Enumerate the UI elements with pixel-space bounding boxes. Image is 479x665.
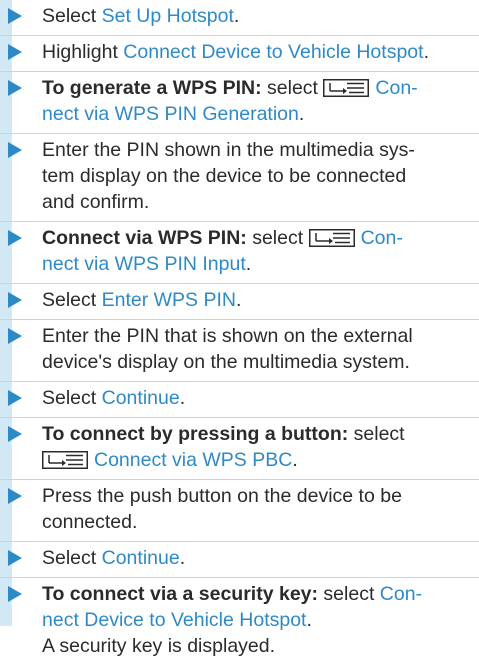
- step-arrow-icon: [8, 292, 22, 308]
- step-item: Connect via WPS PIN: select Con- nect vi…: [0, 222, 479, 284]
- step-item: Select Set Up Hotspot.: [0, 0, 479, 36]
- step-arrow-icon: [8, 230, 22, 246]
- step-item: Select Continue.: [0, 382, 479, 418]
- step-text: device's display on the multimedia syste…: [42, 351, 410, 373]
- step-arrow-icon: [8, 426, 22, 442]
- step-text: Select: [42, 547, 102, 569]
- step-item: To generate a WPS PIN: select Con- nect …: [0, 72, 479, 134]
- step-arrow-icon: [8, 390, 22, 406]
- step-text: tem display on the device to be connecte…: [42, 165, 407, 187]
- menu-item-link-cont[interactable]: nect Device to Vehicle Hotspot: [42, 609, 306, 631]
- step-heading: To connect by pressing a button:: [42, 423, 349, 445]
- step-text: Enter the PIN shown in the multimedia sy…: [42, 139, 415, 161]
- menu-item-link[interactable]: Con-: [375, 77, 417, 99]
- menu-icon: [323, 79, 370, 97]
- step-text: connected.: [42, 511, 138, 533]
- step-item: Enter the PIN that is shown on the exter…: [0, 320, 479, 382]
- menu-item-link[interactable]: Enter WPS PIN: [102, 289, 236, 311]
- step-text: and confirm.: [42, 191, 150, 213]
- step-text: Enter the PIN that is shown on the exter…: [42, 325, 413, 347]
- step-arrow-icon: [8, 44, 22, 60]
- step-arrow-icon: [8, 328, 22, 344]
- step-arrow-icon: [8, 550, 22, 566]
- step-text: Select: [42, 5, 102, 27]
- step-item: Press the push button on the device to b…: [0, 480, 479, 542]
- step-text: Select: [42, 289, 102, 311]
- step-item: Select Continue.: [0, 542, 479, 578]
- menu-item-link[interactable]: Set Up Hotspot: [102, 5, 234, 27]
- step-text: Press the push button on the device to b…: [42, 485, 402, 507]
- instruction-steps: Select Set Up Hotspot. Highlight Connect…: [0, 0, 479, 665]
- step-arrow-icon: [8, 80, 22, 96]
- step-text: Highlight: [42, 41, 124, 63]
- result-note: A security key is displayed.: [42, 635, 276, 657]
- step-heading: Connect via WPS PIN:: [42, 227, 247, 249]
- step-text: Select: [42, 387, 102, 409]
- menu-icon: [308, 229, 355, 247]
- step-heading: To connect via a security key:: [42, 583, 318, 605]
- step-item: Select Enter WPS PIN.: [0, 284, 479, 320]
- step-arrow-icon: [8, 586, 22, 602]
- step-heading: To generate a WPS PIN:: [42, 77, 262, 99]
- step-item: Enter the PIN shown in the multimedia sy…: [0, 134, 479, 222]
- menu-item-link[interactable]: Connect via WPS PBC: [94, 449, 292, 471]
- step-arrow-icon: [8, 488, 22, 504]
- continue-link[interactable]: Continue: [102, 547, 180, 569]
- step-arrow-icon: [8, 8, 22, 24]
- step-item: To connect by pressing a button: select …: [0, 418, 479, 480]
- menu-item-link-cont[interactable]: nect via WPS PIN Input: [42, 253, 246, 275]
- step-item: To connect via a security key: select Co…: [0, 578, 479, 665]
- menu-icon: [42, 451, 88, 469]
- menu-item-link-cont[interactable]: nect via WPS PIN Generation: [42, 103, 299, 125]
- step-item: Highlight Connect Device to Vehicle Hots…: [0, 36, 479, 72]
- step-arrow-icon: [8, 142, 22, 158]
- menu-item-link[interactable]: Con-: [380, 583, 422, 605]
- continue-link[interactable]: Continue: [102, 387, 180, 409]
- menu-item-link[interactable]: Con-: [361, 227, 403, 249]
- menu-item-link[interactable]: Connect Device to Vehicle Hotspot: [123, 41, 423, 63]
